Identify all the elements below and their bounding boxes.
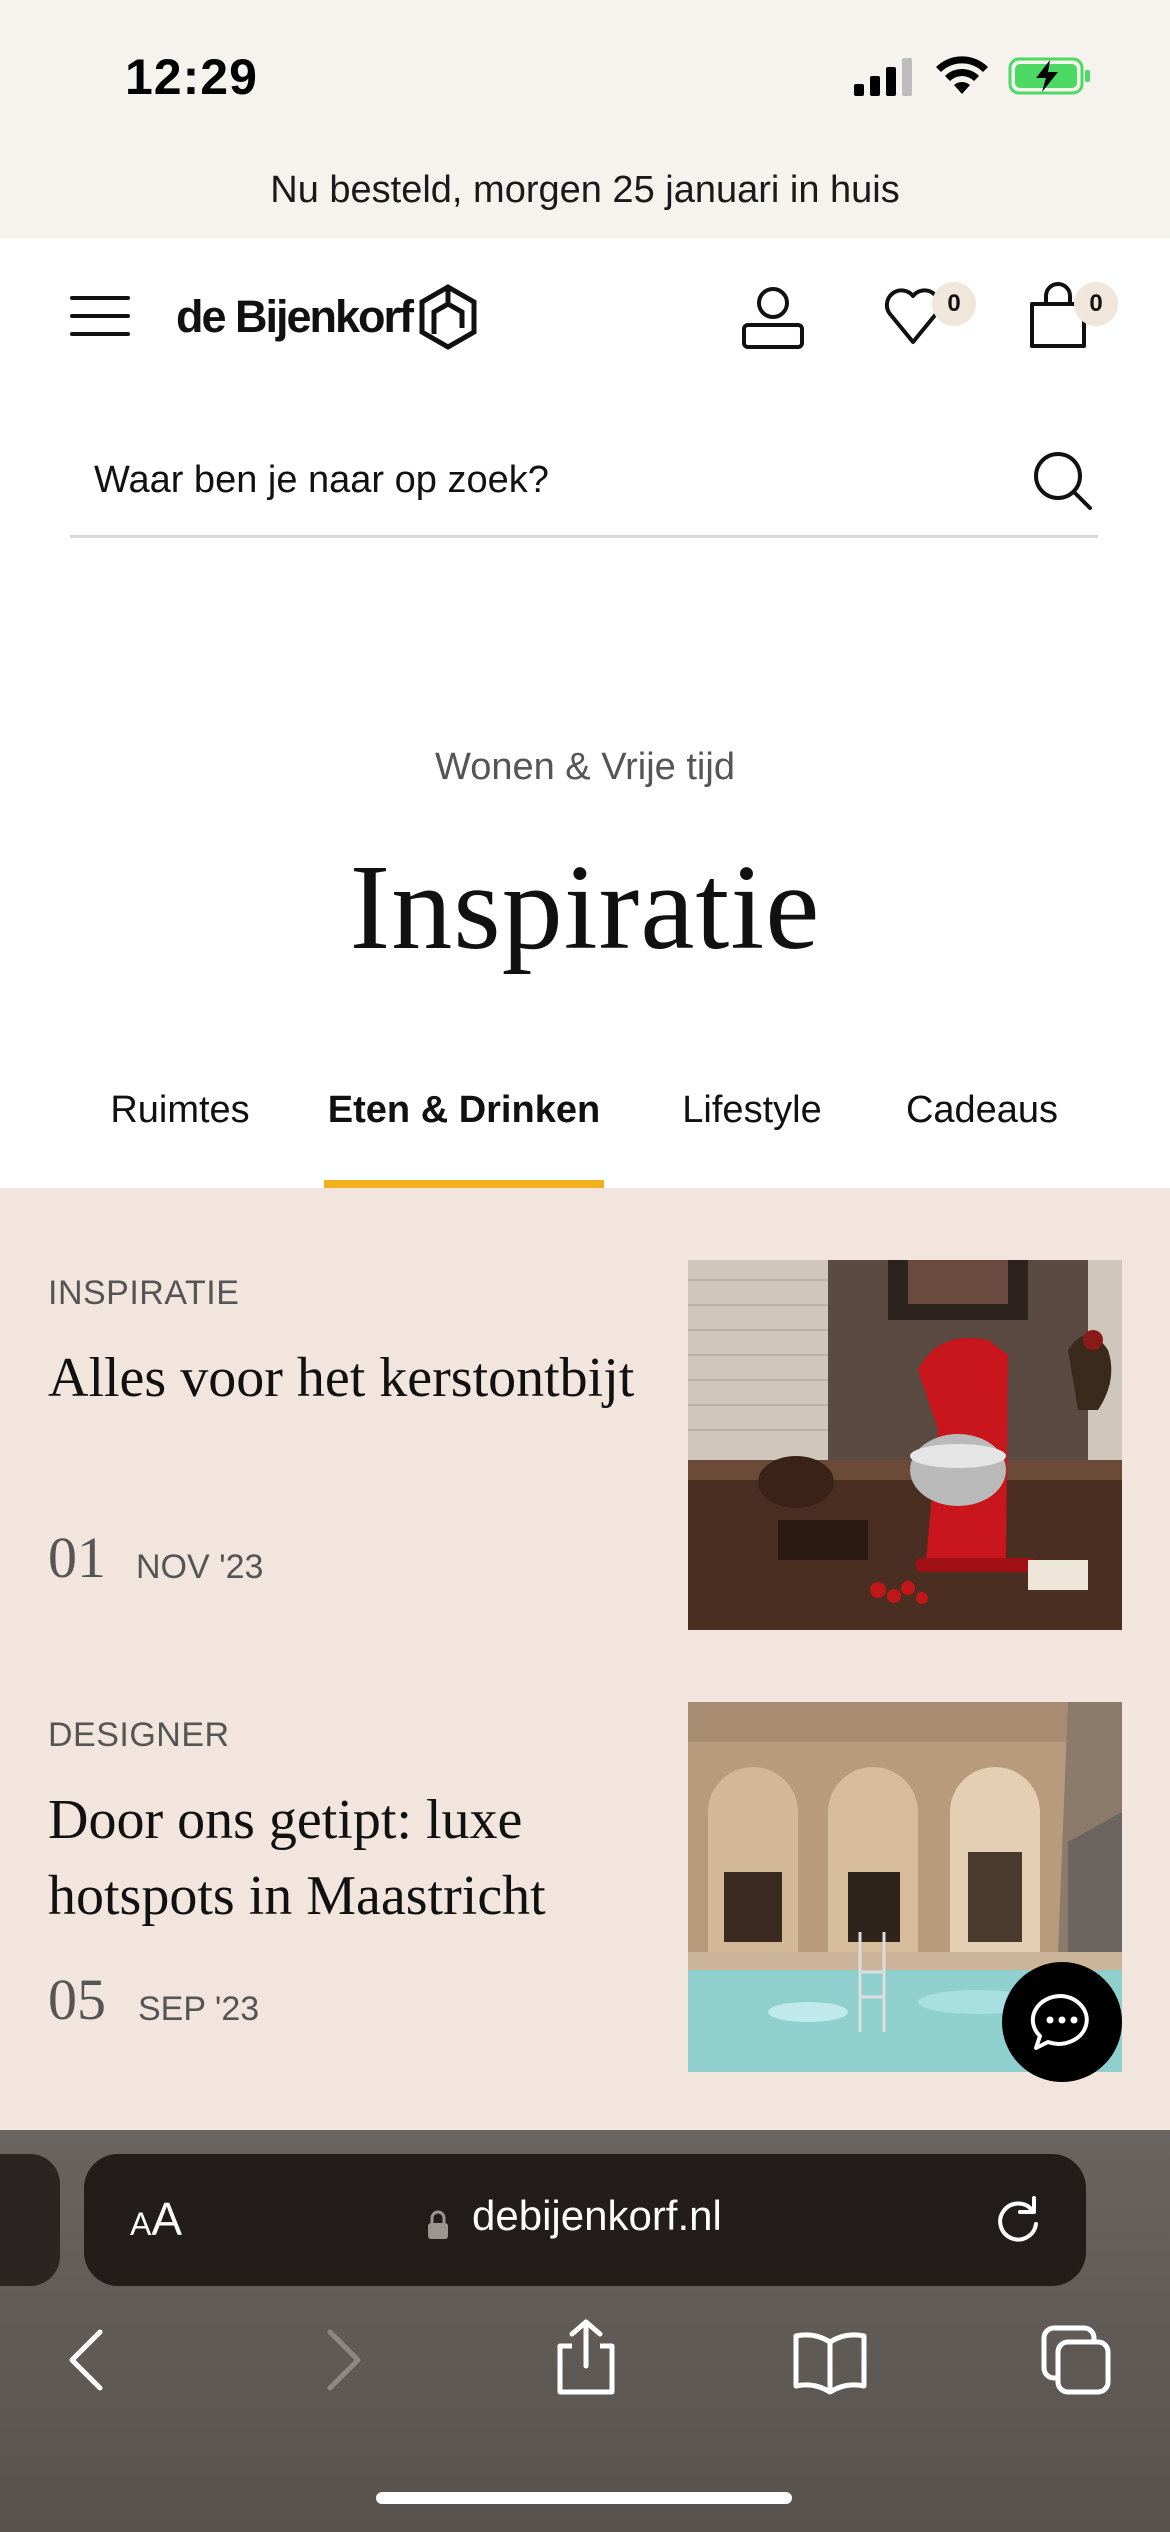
- url-text[interactable]: debijenkorf.nl: [472, 2192, 722, 2240]
- tab-eten-drinken[interactable]: Eten & Drinken: [324, 1080, 604, 1188]
- category-tabs: Ruimtes Eten & Drinken Lifestyle Cadeaus: [0, 1060, 1170, 1188]
- article-day: 01: [48, 1525, 106, 1590]
- search-input[interactable]: [94, 450, 994, 510]
- tab-lifestyle[interactable]: Lifestyle: [670, 1080, 834, 1188]
- bookmarks-icon[interactable]: [790, 2320, 870, 2400]
- bag-count-badge: 0: [1074, 282, 1118, 326]
- status-bar: 12:29: [0, 0, 1170, 150]
- forward-icon[interactable]: [300, 2320, 380, 2400]
- article-card[interactable]: INSPIRATIE Alles voor het kerstontbijt 0…: [0, 1260, 1170, 1632]
- logo-text: de Bijenkorf: [176, 291, 414, 342]
- tabs-icon[interactable]: [1036, 2320, 1116, 2400]
- kitchen-mixer-image[interactable]: [688, 1260, 1122, 1630]
- account-icon[interactable]: [740, 285, 806, 351]
- breadcrumb[interactable]: Wonen & Vrije tijd: [0, 746, 1170, 789]
- text-size-button[interactable]: AA: [130, 2192, 182, 2246]
- article-month: SEP '23: [138, 1990, 260, 2028]
- search-icon[interactable]: [1030, 448, 1094, 512]
- logo[interactable]: de Bijenkorf: [176, 282, 478, 352]
- chat-button[interactable]: [1002, 1962, 1122, 2082]
- article-day: 05: [48, 1967, 106, 2032]
- wishlist-count-badge: 0: [932, 282, 976, 326]
- delivery-promo-banner[interactable]: Nu besteld, morgen 25 januari in huis: [0, 150, 1170, 238]
- battery-charging-icon: [1008, 57, 1090, 95]
- text-size-small-label: A: [130, 2206, 152, 2242]
- article-month: NOV '23: [136, 1548, 264, 1586]
- reload-icon[interactable]: [992, 2194, 1044, 2246]
- hexagon-logo-icon: [419, 284, 477, 350]
- lock-icon: [428, 2210, 448, 2239]
- article-category: DESIGNER: [48, 1716, 230, 1754]
- chat-bubble-icon: [1030, 1993, 1089, 2050]
- tab-ruimtes[interactable]: Ruimtes: [100, 1080, 260, 1188]
- cellular-signal-icon: [854, 58, 912, 96]
- article-title[interactable]: Door ons getipt: luxe hotspots in Maastr…: [48, 1782, 648, 1934]
- menu-icon[interactable]: [70, 294, 130, 338]
- search-bar: [70, 430, 1098, 538]
- back-icon[interactable]: [50, 2320, 130, 2400]
- home-indicator: [376, 2492, 792, 2504]
- status-time: 12:29: [125, 49, 258, 105]
- article-list: INSPIRATIE Alles voor het kerstontbijt 0…: [0, 1188, 1170, 2130]
- article-title[interactable]: Alles voor het kerstontbijt: [48, 1340, 648, 1416]
- page-title: Inspiratie: [349, 840, 821, 975]
- article-category: INSPIRATIE: [48, 1274, 240, 1312]
- tab-cadeaus[interactable]: Cadeaus: [896, 1080, 1068, 1188]
- text-size-large-label: A: [151, 2193, 183, 2245]
- article-card[interactable]: DESIGNER Door ons getipt: luxe hotspots …: [0, 1702, 1170, 2074]
- previous-tab-peek[interactable]: [0, 2154, 60, 2286]
- wifi-icon: [936, 56, 988, 94]
- share-icon[interactable]: [546, 2316, 626, 2396]
- address-bar[interactable]: AA debijenkorf.nl: [84, 2154, 1086, 2286]
